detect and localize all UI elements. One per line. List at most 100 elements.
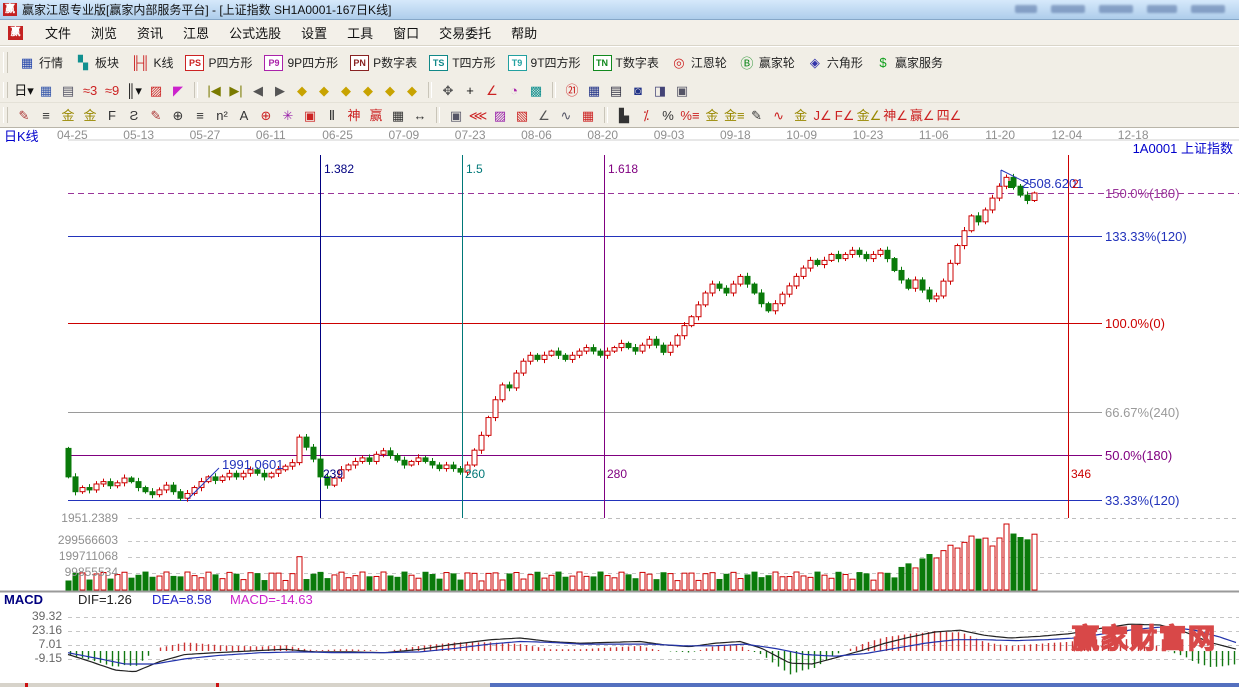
- menu-trade[interactable]: 交易委托: [429, 20, 501, 45]
- toolbar-item-winner-wheel[interactable]: Ⓑ赢家轮: [733, 51, 801, 74]
- calculator-icon[interactable]: ▦: [584, 81, 604, 100]
- gold-fan-tool[interactable]: 金: [791, 106, 811, 125]
- menu-gann[interactable]: 江恩: [173, 20, 219, 45]
- gold-circle-tool[interactable]: 金: [702, 106, 722, 125]
- titlebar-link[interactable]: [1147, 5, 1177, 13]
- titlebar-links[interactable]: [1015, 5, 1225, 13]
- fan-red-tool[interactable]: ⋘: [468, 106, 488, 125]
- nav-diamond-1-icon[interactable]: ◆: [292, 81, 312, 100]
- titlebar-link[interactable]: [1051, 5, 1085, 13]
- notes-icon[interactable]: ▤: [58, 81, 78, 100]
- region-icon[interactable]: ▨: [146, 81, 166, 100]
- pct-tool[interactable]: %: [658, 106, 678, 125]
- ink-tool[interactable]: ✎: [747, 106, 767, 125]
- menu-formula[interactable]: 公式选股: [219, 20, 291, 45]
- web-tool[interactable]: ✳: [278, 106, 298, 125]
- nav-diamond-2-icon[interactable]: ◆: [314, 81, 334, 100]
- shade2-tool[interactable]: ▧: [512, 106, 532, 125]
- nav-diamond-4-icon[interactable]: ◆: [358, 81, 378, 100]
- last-page-icon[interactable]: ▶|: [226, 81, 246, 100]
- period-dropdown-icon[interactable]: 日▾: [14, 81, 34, 100]
- gold-angle-tool[interactable]: 金∠: [857, 106, 882, 125]
- four-angle-tool[interactable]: 四∠: [937, 106, 962, 125]
- shen-tool[interactable]: 神: [344, 106, 364, 125]
- scrollbar-thumb[interactable]: [490, 683, 1239, 687]
- grid123-tool[interactable]: ▦: [388, 106, 408, 125]
- hline-tool[interactable]: ≡: [36, 106, 56, 125]
- toolbar-item-9p-square[interactable]: P99P四方形: [258, 52, 344, 73]
- pct-red-tool[interactable]: ⁒: [636, 106, 656, 125]
- ying-angle-tool[interactable]: 赢∠: [910, 106, 935, 125]
- first-page-icon[interactable]: |◀: [204, 81, 224, 100]
- web-square-tool[interactable]: ▣: [300, 106, 320, 125]
- spiral-tool[interactable]: Ƨ: [124, 106, 144, 125]
- gold-rule-tool[interactable]: 金≡: [724, 106, 745, 125]
- titlebar-link[interactable]: [1015, 5, 1037, 13]
- gold-line-tool[interactable]: 金: [58, 106, 78, 125]
- angle-mark-icon[interactable]: ∠: [482, 81, 502, 100]
- magic-icon[interactable]: ◔: [504, 81, 524, 100]
- fan-angle-tool[interactable]: ∠: [534, 106, 554, 125]
- cycle-box-tool[interactable]: ▣: [446, 106, 466, 125]
- toolbar-item-blocks[interactable]: ▚板块: [69, 52, 125, 73]
- titlebar-link[interactable]: [1191, 5, 1225, 13]
- pct-line-tool[interactable]: %≡: [680, 106, 700, 125]
- toolbar-item-p-square[interactable]: PSP四方形: [179, 52, 258, 73]
- candle-style-dropdown-icon[interactable]: ║▾: [124, 81, 144, 100]
- gann-grid-tool[interactable]: ▦: [578, 106, 598, 125]
- menu-tools[interactable]: 工具: [337, 20, 383, 45]
- toolbar-item-gann-wheel[interactable]: ◎江恩轮: [665, 52, 733, 73]
- prev-icon[interactable]: ◀: [248, 81, 268, 100]
- nav-diamond-6-icon[interactable]: ◆: [402, 81, 422, 100]
- menu-browse[interactable]: 浏览: [81, 20, 127, 45]
- circle3-tool[interactable]: ⊕: [168, 106, 188, 125]
- pc-icon[interactable]: ▣: [672, 81, 692, 100]
- gold-line2-tool[interactable]: 金: [80, 106, 100, 125]
- horizontal-scrollbar[interactable]: [0, 683, 1239, 687]
- toolbar-item-hexagon[interactable]: ◈六角形: [801, 52, 869, 73]
- angle-a-tool[interactable]: A: [234, 106, 254, 125]
- toolbar-item-kline[interactable]: ╟╢K线: [125, 52, 179, 73]
- toolbar-item-quotes[interactable]: ▦行情: [13, 52, 69, 73]
- calendar-icon[interactable]: ㉑: [562, 81, 582, 100]
- j-angle-tool[interactable]: J∠: [813, 106, 833, 125]
- pencil-tool[interactable]: ✎: [14, 106, 34, 125]
- wave-tool[interactable]: ∿: [556, 106, 576, 125]
- menu-file[interactable]: 文件: [35, 20, 81, 45]
- chart-area[interactable]: 日K线 1A0001 上证指数 1991.0601 2508.6201 1951…: [0, 128, 1239, 687]
- wave3-icon[interactable]: ≈3: [80, 81, 100, 100]
- next-icon[interactable]: ▶: [270, 81, 290, 100]
- notepad-icon[interactable]: ▤: [606, 81, 626, 100]
- toolbar-item-9t-square[interactable]: T99T四方形: [502, 52, 587, 73]
- brain-icon[interactable]: ▩: [526, 81, 546, 100]
- ying-tool[interactable]: 赢: [366, 106, 386, 125]
- f-angle-tool[interactable]: F∠: [835, 106, 855, 125]
- n2-tool[interactable]: n²: [212, 106, 232, 125]
- menu-news[interactable]: 资讯: [127, 20, 173, 45]
- target-tool[interactable]: ⊕: [256, 106, 276, 125]
- export-icon[interactable]: ◨: [650, 81, 670, 100]
- toolbar-item-winner-service[interactable]: $赢家服务: [869, 52, 949, 73]
- menu-help[interactable]: 帮助: [501, 20, 547, 45]
- crosshair-icon[interactable]: +: [460, 81, 480, 100]
- toolbar-item-p-table[interactable]: PNP数字表: [344, 52, 423, 73]
- toolbar-item-t-square[interactable]: TST四方形: [423, 52, 501, 73]
- menu-settings[interactable]: 设置: [291, 20, 337, 45]
- col-tool[interactable]: ▙: [614, 106, 634, 125]
- nav-diamond-3-icon[interactable]: ◆: [336, 81, 356, 100]
- menu-window[interactable]: 窗口: [383, 20, 429, 45]
- toolbar-item-t-table[interactable]: TNT数字表: [587, 52, 665, 73]
- fib-tool[interactable]: F: [102, 106, 122, 125]
- curve-tool[interactable]: ∿: [769, 106, 789, 125]
- titlebar-link[interactable]: [1099, 5, 1133, 13]
- layout-icon[interactable]: ▦: [36, 81, 56, 100]
- nav-diamond-5-icon[interactable]: ◆: [380, 81, 400, 100]
- color-chart-icon[interactable]: ◤: [168, 81, 188, 100]
- grid-lines-tool[interactable]: ≡: [190, 106, 210, 125]
- shen-angle-tool[interactable]: 神∠: [883, 106, 908, 125]
- wave9-icon[interactable]: ≈9: [102, 81, 122, 100]
- width-tool[interactable]: ↔: [410, 106, 430, 125]
- shade-grid-tool[interactable]: ▨: [490, 106, 510, 125]
- pencil2-tool[interactable]: ✎: [146, 106, 166, 125]
- hand-tool-icon[interactable]: ✥: [438, 81, 458, 100]
